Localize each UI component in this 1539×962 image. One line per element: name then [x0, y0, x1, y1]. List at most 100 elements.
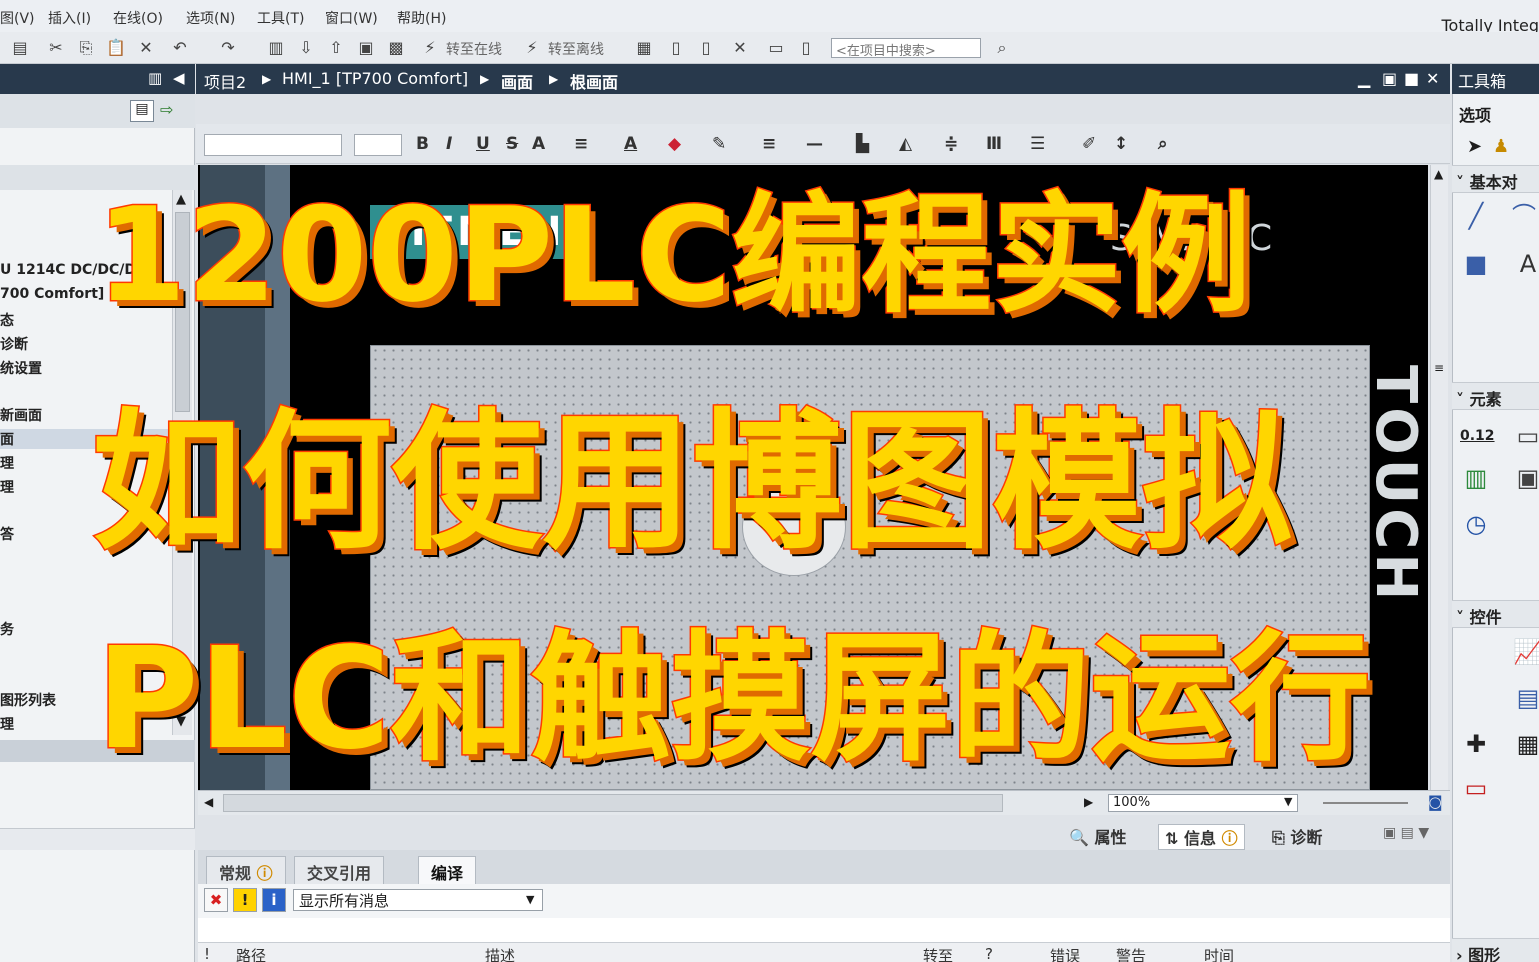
- col-goto[interactable]: 转至: [923, 945, 953, 962]
- same-width-icon[interactable]: Ⅲ: [986, 134, 1002, 154]
- compile-icon[interactable]: ▥: [266, 38, 286, 58]
- delete-icon[interactable]: ✕: [136, 38, 156, 58]
- align-icon[interactable]: ≡: [574, 134, 588, 154]
- close-editor-icon[interactable]: ✕: [730, 38, 750, 58]
- maximize-icon[interactable]: ■: [1404, 69, 1419, 88]
- italic-icon[interactable]: I: [446, 134, 452, 154]
- line-tool-icon[interactable]: ╱: [1460, 200, 1492, 232]
- canvas-vertical-scrollbar[interactable]: ▲ ≡: [1430, 165, 1448, 790]
- canvas-horizontal-scrollbar[interactable]: [223, 794, 1003, 812]
- strikethrough-icon[interactable]: S: [506, 134, 518, 154]
- layout-horizontal-icon[interactable]: ▭: [766, 38, 786, 58]
- go-offline-button[interactable]: 转至离线: [548, 39, 604, 59]
- info-filter-icon[interactable]: i: [262, 888, 286, 912]
- detail-view-icon[interactable]: ▤: [130, 100, 154, 122]
- section-elements[interactable]: ˅ 元素: [1452, 382, 1539, 410]
- paste-icon[interactable]: 📋: [106, 38, 126, 58]
- section-basic-objects[interactable]: ˅ 基本对: [1452, 165, 1539, 193]
- chevron-down-icon[interactable]: ▼: [526, 893, 534, 906]
- export-icon[interactable]: ⇨: [160, 100, 173, 119]
- button-tool-icon[interactable]: ▭: [1512, 420, 1539, 452]
- scroll-right-icon[interactable]: ▶: [1084, 795, 1093, 809]
- underline-icon[interactable]: U: [476, 134, 490, 154]
- col-errors[interactable]: 错误: [1050, 945, 1080, 962]
- start-sim-icon[interactable]: ▩: [386, 38, 406, 58]
- font-family-select[interactable]: [204, 134, 342, 156]
- scroll-up-icon[interactable]: ▲: [1434, 167, 1443, 181]
- breadcrumb-screens[interactable]: 画面: [501, 69, 533, 93]
- distribute-icon[interactable]: ≑: [944, 134, 958, 154]
- tab-general[interactable]: 常规 ⓘ: [206, 856, 286, 884]
- upload-icon[interactable]: ⇧: [326, 38, 346, 58]
- col-description[interactable]: 描述: [485, 945, 515, 962]
- arrange-icon[interactable]: ▙: [856, 134, 869, 154]
- user-view-icon[interactable]: ▤: [1512, 682, 1539, 714]
- tree-item-system-settings[interactable]: 统设置: [0, 358, 170, 378]
- save-icon[interactable]: ▤: [10, 38, 30, 58]
- section-graphics[interactable]: › 图形: [1452, 938, 1539, 962]
- menu-options[interactable]: 选项(N): [186, 8, 235, 28]
- project-search-input[interactable]: <在项目中搜索>: [831, 38, 981, 59]
- restore-icon[interactable]: ▣: [1382, 69, 1397, 88]
- cut-icon[interactable]: ✂: [46, 38, 66, 58]
- polyline-tool-icon[interactable]: ⌒: [1508, 200, 1539, 232]
- panel-pin-icon[interactable]: ▥: [148, 69, 162, 87]
- same-height-icon[interactable]: ☰: [1030, 134, 1045, 154]
- tab-info[interactable]: ⇅ 信息 ⓘ: [1158, 824, 1245, 850]
- io-field-icon[interactable]: 0.12: [1460, 420, 1495, 452]
- graphic-view-icon[interactable]: ▣: [1512, 462, 1539, 494]
- pdf-view-icon[interactable]: ▭: [1460, 772, 1492, 804]
- menu-window[interactable]: 窗口(W): [325, 8, 378, 28]
- bold-icon[interactable]: B: [416, 134, 429, 154]
- line-color-icon[interactable]: ✎: [712, 134, 726, 154]
- recipe-view-icon[interactable]: ▦: [1512, 728, 1539, 760]
- line-style-icon[interactable]: —: [806, 134, 823, 154]
- chevron-down-icon[interactable]: ▼: [1284, 795, 1292, 808]
- layout-vertical-icon[interactable]: ▯: [796, 38, 816, 58]
- menu-insert[interactable]: 插入(I): [48, 8, 91, 28]
- col-severity[interactable]: !: [204, 945, 210, 962]
- font-color-icon[interactable]: A: [624, 134, 637, 154]
- undo-icon[interactable]: ↶: [170, 38, 190, 58]
- breadcrumb-project[interactable]: 项目2: [204, 69, 246, 93]
- breadcrumb-root-screen[interactable]: 根画面: [570, 69, 618, 93]
- rectangle-tool-icon[interactable]: ■: [1460, 248, 1492, 280]
- zoom-area-icon[interactable]: ⌕: [1158, 134, 1168, 154]
- col-warnings[interactable]: 警告: [1116, 945, 1146, 962]
- zoom-select[interactable]: 100%: [1108, 794, 1298, 812]
- menu-help[interactable]: 帮助(H): [397, 8, 446, 28]
- go-online-button[interactable]: 转至在线: [446, 39, 502, 59]
- pointer-icon[interactable]: ➤: [1467, 136, 1482, 157]
- col-help[interactable]: ?: [985, 945, 993, 962]
- grip-icon[interactable]: ≡: [1434, 361, 1444, 375]
- panel-options-icon[interactable]: ▣ ▤ ▼: [1383, 825, 1429, 841]
- trend-view-icon[interactable]: 📈: [1512, 636, 1539, 668]
- minimize-icon[interactable]: ▁: [1358, 69, 1370, 88]
- copy-icon[interactable]: ⎘: [76, 38, 96, 58]
- layers-icon[interactable]: ↕: [1114, 134, 1128, 154]
- navigation-icon[interactable]: ◙: [1428, 793, 1443, 811]
- col-path[interactable]: 路径: [236, 945, 266, 962]
- close-icon[interactable]: ✕: [1426, 69, 1439, 88]
- text-size-icon[interactable]: A: [532, 134, 545, 154]
- message-filter-select[interactable]: 显示所有消息: [293, 889, 543, 911]
- bar-tool-icon[interactable]: ▥: [1460, 462, 1492, 494]
- tab-compile[interactable]: 编译: [418, 856, 477, 884]
- menu-online[interactable]: 在线(O): [113, 8, 163, 28]
- tab-cross-reference[interactable]: 交叉引用: [294, 856, 385, 884]
- fill-color-icon[interactable]: ◆: [668, 134, 681, 154]
- clock-icon[interactable]: ◷: [1460, 508, 1492, 540]
- error-filter-icon[interactable]: ✖: [204, 888, 228, 912]
- line-width-icon[interactable]: ≡: [762, 134, 776, 154]
- breadcrumb-device[interactable]: HMI_1 [TP700 Comfort]: [282, 69, 468, 88]
- text-tool-icon[interactable]: A: [1512, 248, 1539, 280]
- rotate-icon[interactable]: ◭: [899, 134, 912, 154]
- collapse-left-icon[interactable]: ◀: [173, 69, 185, 87]
- redo-icon[interactable]: ↷: [218, 38, 238, 58]
- scroll-left-icon[interactable]: ◀: [204, 795, 213, 809]
- zoom-slider[interactable]: [1323, 802, 1408, 804]
- user-icon[interactable]: ♟: [1493, 136, 1509, 157]
- warning-filter-icon[interactable]: !: [233, 888, 257, 912]
- simulate-icon[interactable]: ▣: [356, 38, 376, 58]
- add-icon[interactable]: ✚: [1460, 728, 1492, 760]
